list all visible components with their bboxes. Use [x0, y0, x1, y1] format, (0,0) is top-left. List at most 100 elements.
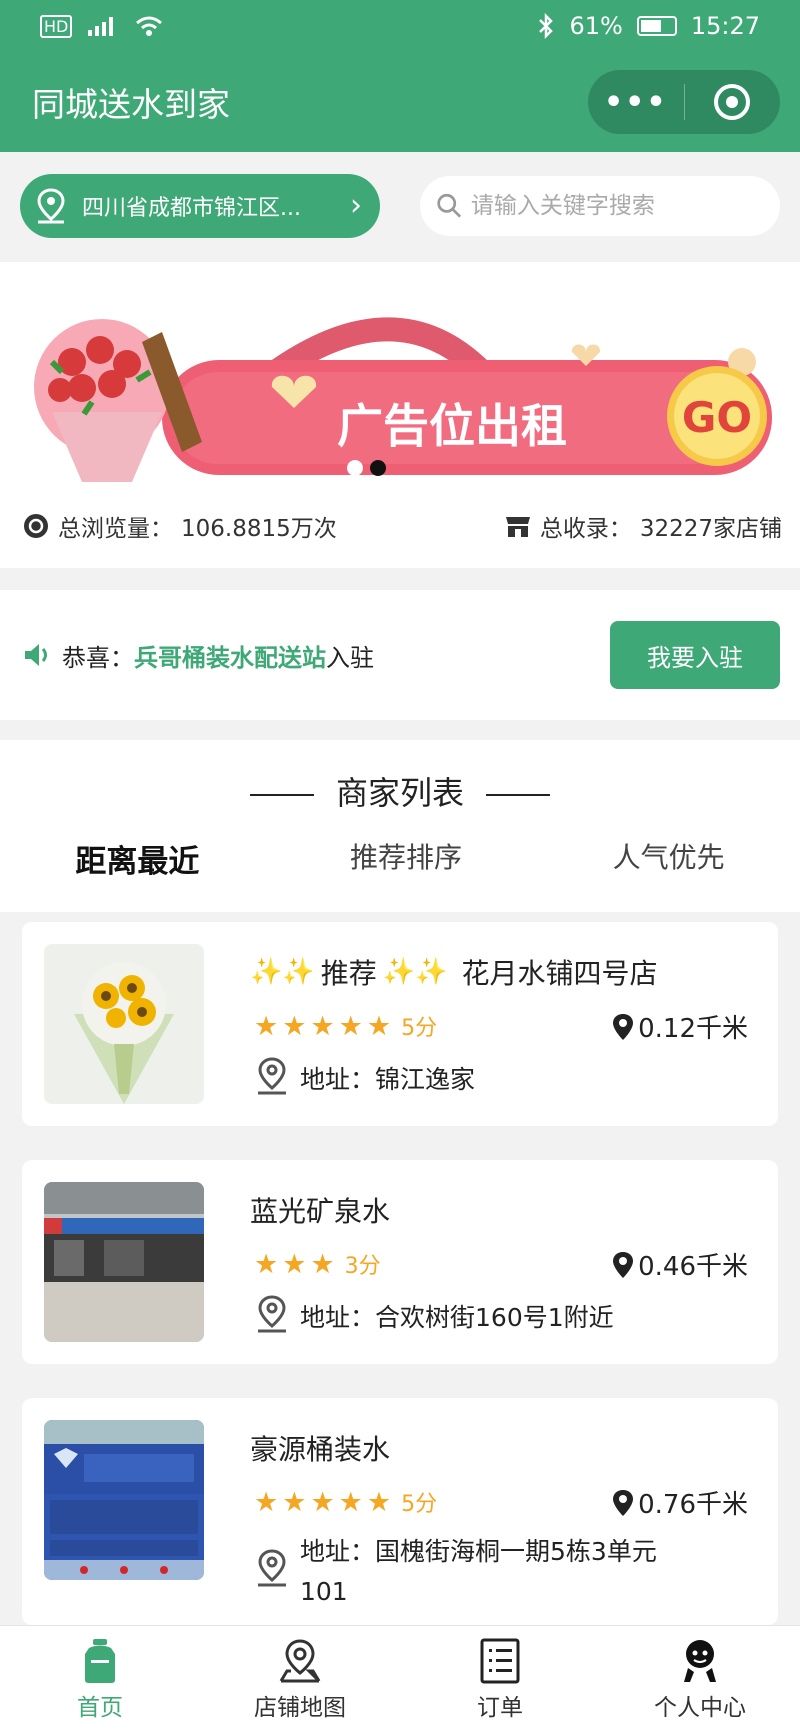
search-box[interactable] [420, 176, 780, 236]
sparkle-icon: ✨✨ [382, 957, 448, 987]
store-icon [505, 517, 530, 537]
tab-label: 店铺地图 [254, 1694, 346, 1721]
star-icon: ★ [282, 1248, 307, 1280]
merchant-list-header: 商家列表 距离最近 推荐排序 人气优先 [0, 740, 800, 912]
views-label: 总浏览量： [58, 516, 173, 542]
address: 地址：锦江逸家 [254, 1056, 475, 1096]
star-icon: ★ [310, 1248, 335, 1280]
announcement-bar: 恭喜：兵哥桶装水配送站入驻 我要入驻 [0, 590, 800, 720]
status-left: HD [40, 14, 164, 38]
sort-tab-popular[interactable]: 人气优先 [613, 836, 725, 881]
shop-card[interactable]: 豪源桶装水 ★ ★ ★ ★ ★ 5分 0.76千米 地址：国槐街海桐一期5栋3单元101 [22, 1398, 778, 1625]
star-icon: ★ [254, 1486, 279, 1518]
star-icon: ★ [282, 1010, 307, 1042]
address-label: 地址： [300, 1537, 376, 1566]
shop-name: 蓝光矿泉水 [250, 1195, 391, 1228]
star-icon: ★ [338, 1486, 363, 1518]
distance: 0.76千米 [612, 1484, 748, 1521]
status-right: 61% 15:27 [537, 12, 760, 40]
address-label: 地址： [300, 1303, 376, 1332]
tab-home[interactable]: 首页 [0, 1626, 200, 1733]
star-icon: ★ [338, 1010, 363, 1042]
distance: 0.12千米 [612, 1008, 748, 1045]
rating-score: 3分 [344, 1254, 381, 1279]
banner-section: GO 广告位出租 总浏览量： 106.8815万次 总收录： 32227家店铺 [0, 262, 800, 568]
star-icon: ★ [310, 1486, 335, 1518]
star-icon: ★ [310, 1010, 335, 1042]
shop-thumbnail [44, 944, 204, 1104]
close-program-button[interactable] [685, 70, 781, 134]
address: 地址：国槐街海桐一期5栋3单元101 [254, 1532, 694, 1612]
carousel-dot-2[interactable] [370, 460, 386, 476]
distance: 0.46千米 [612, 1246, 748, 1283]
person-icon [684, 1639, 716, 1682]
sparkle-icon: ✨✨ [250, 957, 315, 987]
shops-value: 32227家店铺 [639, 516, 782, 542]
title-line-left [249, 794, 314, 796]
announcement-prefix: 恭喜： [62, 643, 134, 672]
recommend-badge: 推荐 [320, 957, 377, 990]
tab-profile[interactable]: 个人中心 [600, 1626, 800, 1733]
map-pin-icon [258, 1549, 286, 1587]
water-bottle-icon [85, 1638, 115, 1683]
battery-icon [636, 16, 677, 36]
ad-banner-graphic: GO 广告位出租 [12, 292, 788, 490]
distance-value: 0.76千米 [638, 1490, 748, 1520]
chevron-right-icon: › [350, 188, 362, 223]
battery-fill [640, 20, 661, 32]
shop-card[interactable]: 蓝光矿泉水 ★ ★ ★ 3分 0.46千米 地址：合欢树街160号1附近 [22, 1160, 778, 1364]
rating-score: 5分 [401, 1016, 438, 1041]
location-pin-icon [613, 1251, 634, 1278]
address-label: 地址： [300, 1065, 376, 1094]
join-button[interactable]: 我要入驻 [610, 621, 780, 689]
announcement-text: 恭喜：兵哥桶装水配送站入驻 [22, 638, 610, 673]
tab-store-map[interactable]: 店铺地图 [200, 1626, 400, 1733]
search-icon [437, 193, 462, 218]
star-rating: ★ ★ ★ 3分 [254, 1248, 381, 1280]
location-selector[interactable]: 四川省成都市锦江区... › [20, 174, 380, 238]
sort-tab-nearest[interactable]: 距离最近 [75, 836, 199, 881]
more-menu-button[interactable]: ••• [588, 70, 684, 134]
sort-tabs: 距离最近 推荐排序 人气优先 [0, 836, 800, 881]
map-pin-icon [258, 1295, 286, 1333]
banner-headline: 广告位出租 [337, 399, 567, 453]
shop-name-row: 豪源桶装水 [250, 1428, 390, 1468]
announcement-shop-link[interactable]: 兵哥桶装水配送站 [134, 644, 326, 672]
mini-program-capsule: ••• [588, 70, 780, 134]
eye-icon [24, 514, 48, 538]
clock: 15:27 [690, 12, 760, 40]
search-input[interactable] [470, 193, 764, 219]
shop-name: 豪源桶装水 [250, 1433, 391, 1466]
shop-name: 花月水铺四号店 [461, 957, 658, 990]
shop-name-row: 蓝光矿泉水 [250, 1190, 390, 1230]
search-row: 四川省成都市锦江区... › [0, 152, 800, 260]
star-rating: ★ ★ ★ ★ ★ 5分 [254, 1486, 437, 1518]
shop-thumbnail [44, 1182, 204, 1342]
title-bar: 同城送水到家 ••• [0, 52, 800, 152]
distance-value: 0.46千米 [638, 1252, 748, 1282]
total-views: 总浏览量： 106.8815万次 [22, 509, 337, 543]
tab-label: 个人中心 [654, 1694, 746, 1721]
star-icon: ★ [254, 1010, 279, 1042]
star-icon: ★ [366, 1010, 392, 1042]
announcement-suffix: 入驻 [326, 643, 374, 672]
map-pin-icon [279, 1638, 321, 1682]
carousel-dot-1[interactable] [347, 460, 363, 476]
star-icon: ★ [366, 1486, 392, 1518]
distance-value: 0.12千米 [638, 1014, 748, 1044]
views-value: 106.8815万次 [181, 516, 337, 542]
shop-thumbnail [44, 1420, 204, 1580]
sort-tab-recommended[interactable]: 推荐排序 [350, 836, 462, 881]
ad-banner[interactable]: GO 广告位出租 [12, 292, 788, 490]
stats-row: 总浏览量： 106.8815万次 总收录： 32227家店铺 [22, 502, 782, 550]
address: 地址：合欢树街160号1附近 [254, 1294, 614, 1334]
tab-label: 首页 [77, 1694, 123, 1721]
status-bar: HD 61% 15:27 [0, 0, 800, 52]
shop-card[interactable]: ✨✨ 推荐 ✨✨ 花月水铺四号店 ★ ★ ★ ★ ★ 5分 0.12千米 地址：锦江逸家 [22, 922, 778, 1126]
shop-name-row: ✨✨ 推荐 ✨✨ 花月水铺四号店 [250, 952, 658, 992]
tab-orders[interactable]: 订单 [400, 1626, 600, 1733]
location-pin-icon [613, 1013, 634, 1040]
speaker-icon [25, 644, 47, 666]
battery-percent: 61% [569, 12, 623, 40]
list-title-text: 商家列表 [335, 774, 464, 812]
